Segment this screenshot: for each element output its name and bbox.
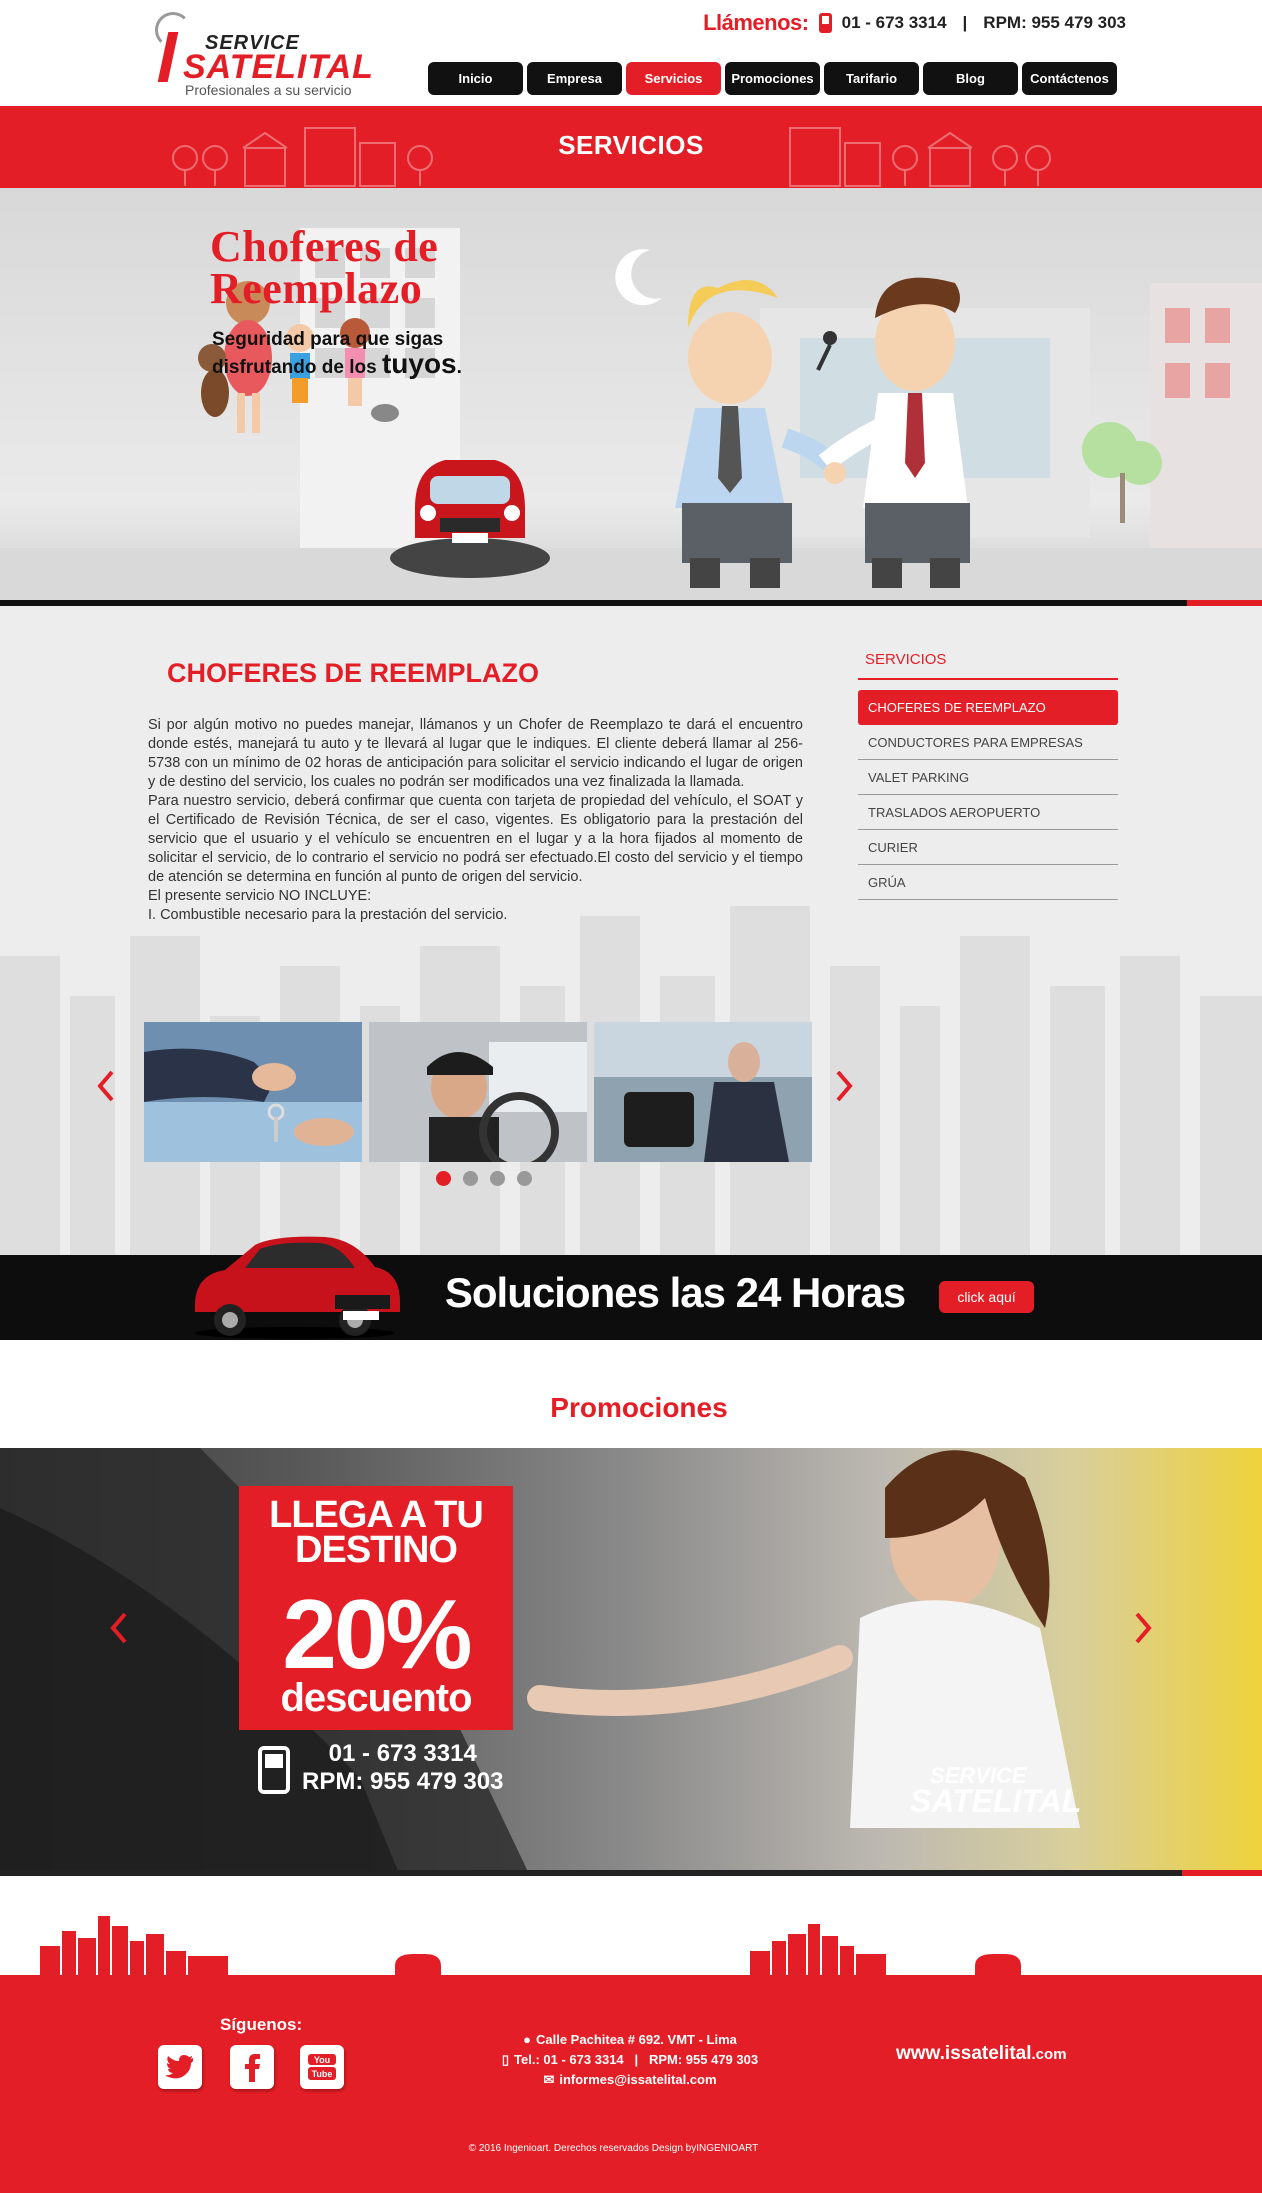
promotion-banner: LLEGA A TU DESTINO 20% descuento 01 - 67… [0,1448,1262,1876]
chevron-left-icon [97,1070,114,1102]
services-sidebar: SERVICIOS CHOFERES DE REEMPLAZO CONDUCTO… [858,651,1118,900]
hero-illustration: Choferes de Reemplazo Seguridad para que… [0,188,1262,606]
promotions-title: Promociones [550,1392,728,1423]
content-paragraph: El presente servicio NO INCLUYE: [148,888,372,904]
promo-next-button[interactable] [1132,1608,1154,1648]
chevron-left-icon [110,1612,127,1644]
page-title: SERVICIOS [558,130,704,160]
header-rpm[interactable]: RPM: 955 479 303 [983,13,1126,33]
carousel-prev-button[interactable] [94,1066,118,1106]
carousel-image-businessman[interactable] [594,1022,812,1162]
sidebar-item-traslados[interactable]: TRASLADOS AEROPUERTO [858,795,1118,830]
cta-headline: Soluciones las 24 Horas [444,1269,906,1316]
discount-label: descuento [280,1676,472,1720]
carousel-dots [436,1171,532,1186]
hero-title: Choferes de Reemplazo [210,222,439,313]
sidebar-item-curier[interactable]: CURIER [858,830,1118,865]
sidebar-item-conductores[interactable]: CONDUCTORES PARA EMPRESAS [858,725,1118,760]
section-banner: SERVICIOS [0,106,1262,188]
header-phone[interactable]: 01 - 673 3314 [842,13,947,33]
hero-subtitle: Seguridad para que sigas disfrutando de … [212,328,462,380]
footer-website[interactable]: www.issatelital.com [896,2043,1067,2065]
promo-headline: LLEGA A TU DESTINO [239,1494,513,1571]
site-header: SERVICE SATELITAL Profesionales a su ser… [0,0,1262,106]
youtube-icon[interactable]: You Tube [300,2045,344,2089]
footer-contact: ● Calle Pachitea # 692. VMT - Lima ▯ Tel.:… [480,2030,780,2090]
carousel-image-chauffeur[interactable] [369,1022,587,1162]
site-footer: Síguenos: You Tube ● Calle Pachitea # 692.… [0,1975,1262,2193]
footer-email[interactable]: informes@issatelital.com [559,2070,716,2090]
nav-servicios[interactable]: Servicios [626,62,721,95]
image-carousel [90,1014,870,1164]
svg-text:You: You [314,2055,330,2065]
carousel-next-button[interactable] [832,1066,856,1106]
promo-logo-satelital: SATELITAL [910,1783,1082,1819]
content-paragraph: Si por algún motivo no puedes manejar, l… [148,717,803,790]
carousel-dot[interactable] [490,1171,505,1186]
carousel-image-keys[interactable] [144,1022,362,1162]
content-paragraph: I. Combustible necesario para la prestac… [148,907,508,923]
facebook-icon[interactable] [230,2045,274,2089]
mobile-phone-icon [258,1746,290,1794]
nav-contactenos[interactable]: Contáctenos [1022,62,1117,95]
nav-tarifario[interactable]: Tarifario [824,62,919,95]
nav-blog[interactable]: Blog [923,62,1018,95]
main-nav: Inicio Empresa Servicios Promociones Tar… [428,62,1117,95]
header-contact: Llámenos: 01 - 673 3314 | RPM: 955 479 3… [703,10,1126,36]
sidebar-item-valet[interactable]: VALET PARKING [858,760,1118,795]
separator: | [962,13,968,32]
call-us-label: Llámenos: [703,10,809,35]
footer-phones: Tel.: 01 - 673 3314 | RPM: 955 479 303 [514,2052,759,2067]
cta-strip: Soluciones las 24 Horas click aquí [0,1236,1262,1340]
main-content: CHOFERES DE REEMPLAZO Si por algún motiv… [0,606,1262,1256]
carousel-dot[interactable] [436,1171,451,1186]
promo-phone: 01 - 673 3314 [328,1740,477,1767]
footer-skyline [40,1916,1021,1976]
promo-line1: LLEGA A TU [269,1494,484,1536]
logo-tagline: Profesionales a su servicio [185,82,352,98]
mail-icon: ✉ [543,2072,555,2087]
carousel-dot[interactable] [463,1171,478,1186]
nav-empresa[interactable]: Empresa [527,62,622,95]
promo-rpm: RPM: 955 479 303 [302,1768,504,1795]
twitter-icon[interactable] [158,2045,202,2089]
promo-contact: 01 - 673 3314 RPM: 955 479 303 [302,1740,503,1796]
promo-bottom-accent [1182,1870,1262,1876]
follow-us-label: Síguenos: [220,2015,303,2034]
sidebar-title: SERVICIOS [858,651,1118,680]
discount-percent: 20% [282,1579,472,1689]
hero-sub-line2: disfrutando de los [212,357,382,378]
hero-title-line1: Choferes de [210,222,439,271]
footer-address: Calle Pachitea # 692. VMT - Lima [536,2032,737,2047]
site-logo[interactable]: SERVICE SATELITAL Profesionales a su ser… [155,12,385,100]
hero-title-line2: Reemplazo [210,264,423,313]
hero-sub-big: tuyos [381,348,457,379]
discount-box: LLEGA A TU DESTINO 20% descuento [239,1486,513,1730]
promo-bottom-bar [0,1870,1262,1876]
website-ext: .com [1031,2046,1067,2063]
promo-prev-button[interactable] [108,1608,130,1648]
mobile-phone-icon [818,13,832,33]
nav-promociones[interactable]: Promociones [725,62,820,95]
sidebar-item-grua[interactable]: GRÚA [858,865,1118,900]
promo-logo: SERVICE SATELITAL [890,1753,1130,1823]
content-paragraph: Para nuestro servicio, deberá confirmar … [148,793,803,885]
content-body: Si por algún motivo no puedes manejar, l… [148,716,803,925]
content-title: CHOFERES DE REEMPLAZO [167,658,540,688]
svg-text:Tube: Tube [312,2069,333,2079]
chevron-right-icon [836,1070,853,1102]
click-here-button[interactable]: click aquí [939,1281,1034,1313]
sidebar-item-choferes[interactable]: CHOFERES DE REEMPLAZO [858,690,1118,725]
promo-line2: DESTINO [295,1529,458,1571]
location-pin-icon: ● [523,2032,531,2047]
copyright: © 2016 Ingenioart. Derechos reservados D… [468,2143,759,2154]
website-main: www.issatelital [896,2043,1032,2064]
hero-scene-graphic [0,228,1262,600]
phone-icon: ▯ [501,2052,510,2067]
carousel-dot[interactable] [517,1171,532,1186]
chevron-right-icon [1135,1612,1152,1644]
nav-inicio[interactable]: Inicio [428,62,523,95]
hero-sub-end: . [456,357,462,378]
